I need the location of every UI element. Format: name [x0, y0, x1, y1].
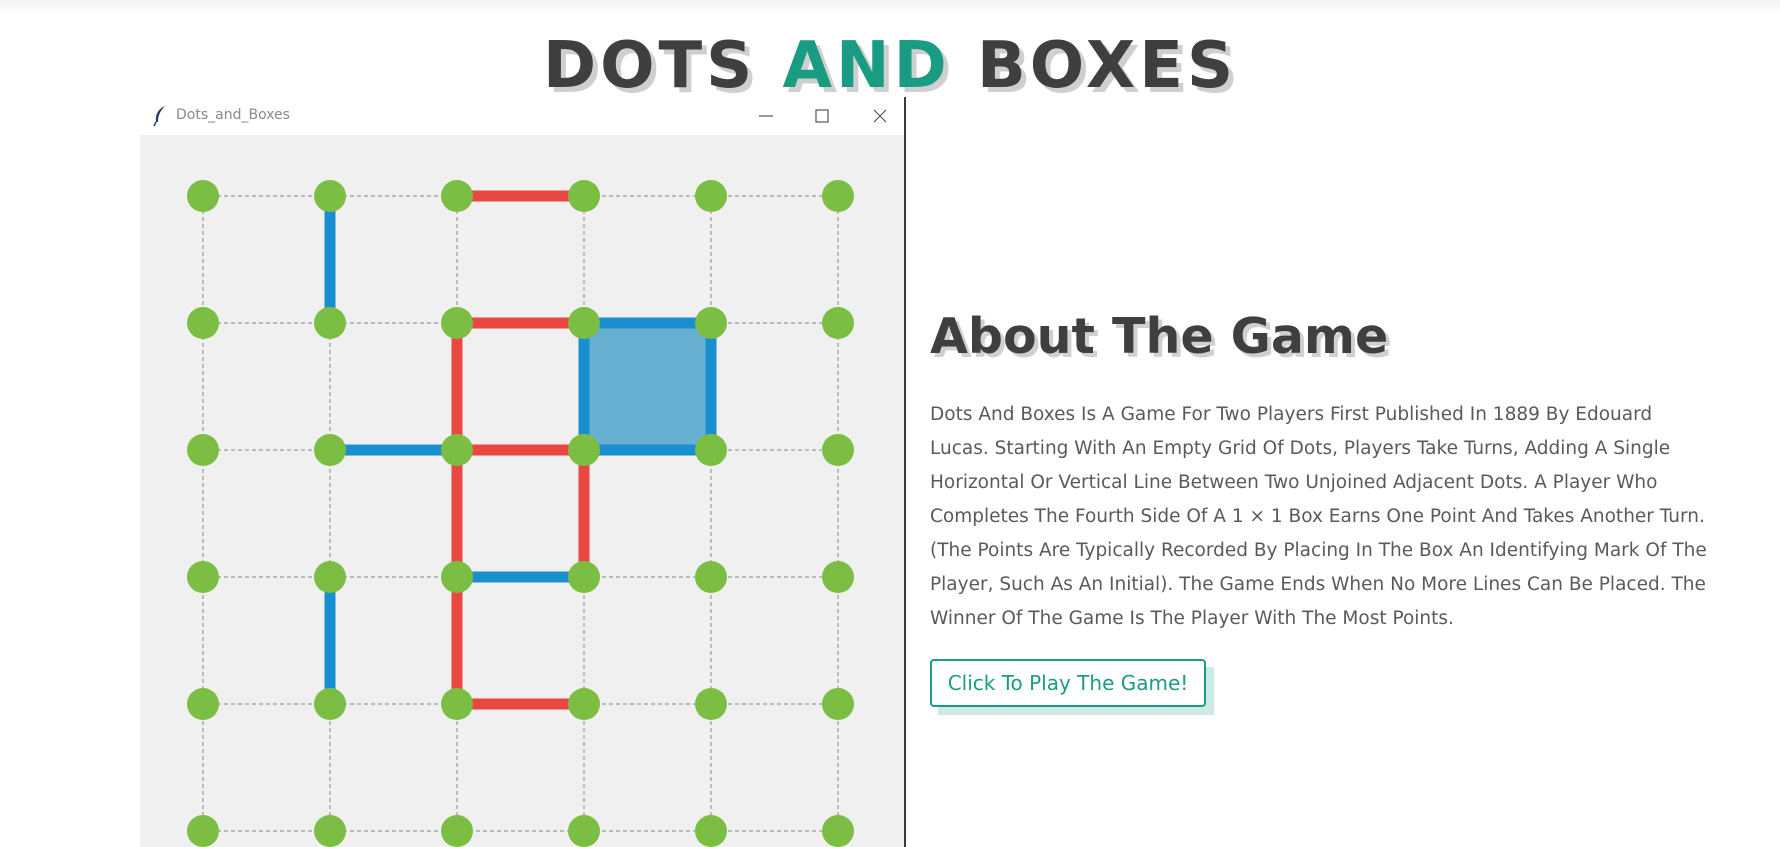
grid-dot: [441, 180, 473, 212]
grid-dot: [441, 815, 473, 847]
grid-dot: [822, 815, 854, 847]
grid-dot: [314, 180, 346, 212]
minimize-button[interactable]: [744, 101, 788, 131]
grid-dot: [695, 180, 727, 212]
feather-icon: [152, 105, 168, 127]
grid-dot: [568, 688, 600, 720]
grid-dot: [187, 180, 219, 212]
grid-dot: [568, 561, 600, 593]
grid-dot: [695, 815, 727, 847]
grid-dot: [187, 561, 219, 593]
grid-dot: [314, 434, 346, 466]
grid-dot: [822, 561, 854, 593]
grid-dot: [314, 307, 346, 339]
title-word-dots: DOTS: [542, 28, 757, 103]
grid-dot: [822, 180, 854, 212]
window-titlebar[interactable]: Dots_and_Boxes: [140, 97, 904, 135]
game-board[interactable]: [140, 135, 904, 847]
grid-dot: [314, 688, 346, 720]
grid-dot: [441, 307, 473, 339]
grid-dot: [822, 307, 854, 339]
claimed-box: [584, 323, 711, 450]
grid-dot: [695, 561, 727, 593]
board-canvas[interactable]: [140, 135, 904, 847]
title-word-boxes: BOXES: [977, 28, 1238, 103]
title-word-and: AND: [782, 28, 951, 103]
grid-dot: [695, 307, 727, 339]
maximize-icon: [815, 109, 829, 123]
grid-dot: [568, 180, 600, 212]
maximize-button[interactable]: [800, 101, 844, 131]
grid-dot: [441, 561, 473, 593]
window-title: Dots_and_Boxes: [176, 107, 290, 123]
grid-dot: [314, 561, 346, 593]
game-window-screenshot: Dots_and_Boxes: [140, 97, 904, 847]
grid-dot: [822, 434, 854, 466]
grid-dot: [568, 434, 600, 466]
about-description: Dots And Boxes Is A Game For Two Players…: [930, 404, 1707, 629]
grid-dot: [187, 688, 219, 720]
top-shade: [0, 0, 1780, 14]
page-title: DOTS AND BOXES: [0, 29, 1780, 103]
grid-dot: [441, 434, 473, 466]
grid-dot: [695, 688, 727, 720]
grid-dot: [187, 815, 219, 847]
section-divider: [904, 97, 906, 847]
grid-dot: [187, 307, 219, 339]
minimize-icon: [759, 115, 773, 117]
grid-dot: [187, 434, 219, 466]
close-icon: [873, 109, 887, 123]
about-title: About The Game: [930, 308, 1389, 365]
play-game-button[interactable]: Click To Play The Game!: [930, 659, 1206, 707]
grid-dot: [568, 307, 600, 339]
grid-dot: [568, 815, 600, 847]
grid-dot: [441, 688, 473, 720]
grid-dot: [695, 434, 727, 466]
grid-dot: [822, 688, 854, 720]
close-button[interactable]: [858, 101, 902, 131]
grid-dot: [314, 815, 346, 847]
